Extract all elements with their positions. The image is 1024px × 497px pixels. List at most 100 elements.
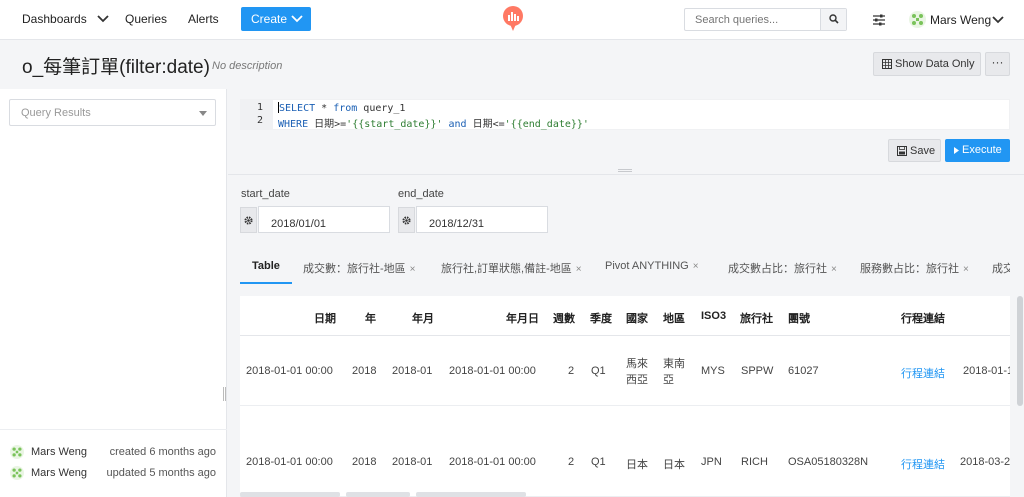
nav-alerts[interactable]: Alerts — [188, 12, 219, 26]
tab-table[interactable]: Table — [240, 250, 292, 284]
search-box — [684, 8, 847, 31]
gear-icon — [244, 216, 253, 225]
chevron-down-icon — [291, 15, 303, 23]
column-header[interactable]: 旅行社 — [740, 310, 773, 326]
itinerary-link[interactable]: 行程連結 — [901, 456, 945, 472]
code-keyword: and — [442, 119, 473, 130]
chevron-down-icon — [992, 16, 1004, 24]
table-icon — [882, 59, 892, 69]
nav-queries[interactable]: Queries — [125, 12, 167, 26]
save-button[interactable]: Save — [888, 139, 941, 162]
sidebar-divider — [0, 429, 227, 430]
show-data-only-button[interactable]: Show Data Only — [873, 52, 981, 76]
schema-select[interactable]: Query Results — [9, 99, 216, 126]
top-navbar: Dashboards Queries Alerts Create Mars We… — [0, 0, 1024, 40]
code-token: query_1 — [357, 103, 406, 114]
chevron-down-icon[interactable] — [96, 12, 110, 26]
table-cell: 2 — [568, 365, 575, 377]
column-header[interactable]: 年月日 — [506, 310, 539, 326]
save-label: Save — [910, 145, 936, 157]
table-cell: 2018-03-2 — [960, 456, 1010, 468]
created-at: created 6 months ago — [109, 446, 216, 458]
schema-select-placeholder: Query Results — [21, 107, 91, 119]
avatar — [10, 445, 24, 459]
tab-visualization[interactable]: 成交 — [992, 250, 1010, 284]
column-header[interactable]: 團號 — [788, 310, 810, 326]
column-header[interactable]: 年 — [365, 310, 376, 326]
param-settings-button[interactable] — [398, 207, 415, 233]
table-cell: JPN — [701, 456, 722, 468]
vertical-scrollbar[interactable] — [1017, 296, 1023, 406]
settings-sliders-icon[interactable] — [871, 12, 887, 28]
column-header[interactable]: 地區 — [663, 310, 685, 326]
more-options-button[interactable]: ··· — [985, 52, 1010, 76]
table-cell: Q1 — [591, 456, 606, 468]
query-description[interactable]: No description — [212, 60, 282, 72]
code-line: WHERE 日期>='{{start_date}}' and 日期<='{{en… — [278, 115, 589, 130]
table-cell: 2018-01 — [392, 365, 433, 377]
table-cell: 2018-01 — [392, 456, 433, 468]
avatar — [10, 466, 24, 480]
table-cell: 日本 — [663, 459, 685, 471]
tab-visualization[interactable]: 成交數：旅行社-地區 × — [303, 250, 416, 284]
nav-dashboards[interactable]: Dashboards — [22, 12, 87, 26]
tab-label: 服務數占比：旅行社 — [860, 263, 959, 275]
tab-label: Table — [252, 260, 280, 272]
editor-gutter: 1 2 — [241, 100, 273, 129]
search-input[interactable] — [685, 9, 821, 30]
code-token: * — [315, 103, 334, 114]
query-editor[interactable]: 1 2 SELECT * from query_1 WHERE 日期>='{{s… — [240, 99, 1010, 130]
code-token: 日期>= — [308, 119, 347, 130]
column-header[interactable]: ISO3 — [701, 310, 726, 322]
column-header[interactable]: 季度 — [590, 310, 612, 326]
updated-at: updated 5 months ago — [106, 467, 216, 479]
itinerary-link[interactable]: 行程連結 — [901, 365, 945, 381]
updated-info: Mars Weng updated 5 months ago — [10, 466, 220, 482]
close-icon[interactable]: × — [963, 264, 969, 275]
scrollbar-segment[interactable] — [346, 492, 410, 497]
column-header[interactable]: 日期 — [314, 310, 336, 326]
param-settings-button[interactable] — [240, 207, 257, 233]
param-label-end-date: end_date — [398, 188, 444, 200]
start-date-input[interactable] — [258, 206, 390, 233]
tab-visualization[interactable]: Pivot ANYTHING × — [605, 250, 699, 284]
column-header[interactable]: 週數 — [553, 310, 575, 326]
execute-label: Execute — [962, 144, 1002, 156]
close-icon[interactable]: × — [410, 264, 416, 275]
gear-icon — [402, 216, 411, 225]
table-header: 日期 年 年月 年月日 週數 季度 國家 地區 ISO3 旅行社 團號 行程連結 — [240, 296, 1010, 336]
scrollbar-segment[interactable] — [416, 492, 526, 497]
table-cell: 2018 — [352, 365, 377, 377]
resize-grip-icon[interactable] — [618, 169, 632, 172]
create-button[interactable]: Create — [241, 7, 311, 31]
avatar — [909, 11, 926, 28]
column-header[interactable]: 行程連結 — [901, 310, 945, 326]
table-cell: MYS — [701, 365, 725, 377]
close-icon[interactable]: × — [693, 261, 699, 272]
table-cell: 2018-01-01 00:00 — [246, 456, 333, 468]
tab-visualization[interactable]: 旅行社,訂單狀態,備註-地區 × — [441, 250, 582, 284]
editor-results-splitter — [228, 174, 1024, 175]
sidebar-resize-handle[interactable] — [223, 387, 226, 401]
close-icon[interactable]: × — [576, 264, 582, 275]
horizontal-scrollbar[interactable] — [240, 492, 1010, 497]
scrollbar-segment[interactable] — [240, 492, 340, 497]
schema-sidebar: Query Results Mars Weng created 6 months… — [0, 89, 227, 497]
search-button[interactable] — [820, 9, 846, 30]
query-title[interactable]: o_每筆訂單(filter:date) — [22, 52, 210, 79]
table-cell: 2018 — [352, 456, 377, 468]
close-icon[interactable]: × — [831, 264, 837, 275]
column-header[interactable]: 年月 — [412, 310, 434, 326]
execute-button[interactable]: Execute — [945, 139, 1010, 162]
tab-visualization[interactable]: 服務數占比：旅行社 × — [860, 250, 969, 284]
table-cell: 2018-01-01 00:00 — [449, 456, 536, 468]
code-string: '{{end_date}}' — [504, 119, 589, 130]
created-info: Mars Weng created 6 months ago — [10, 445, 220, 461]
redash-logo-icon[interactable] — [502, 6, 524, 32]
end-date-input[interactable] — [416, 206, 548, 233]
created-by: Mars Weng — [31, 446, 88, 458]
tab-label: 成交 — [992, 263, 1010, 275]
tab-visualization[interactable]: 成交數占比：旅行社 × — [728, 250, 837, 284]
column-header[interactable]: 國家 — [626, 310, 648, 326]
table-cell: SPPW — [741, 365, 774, 377]
